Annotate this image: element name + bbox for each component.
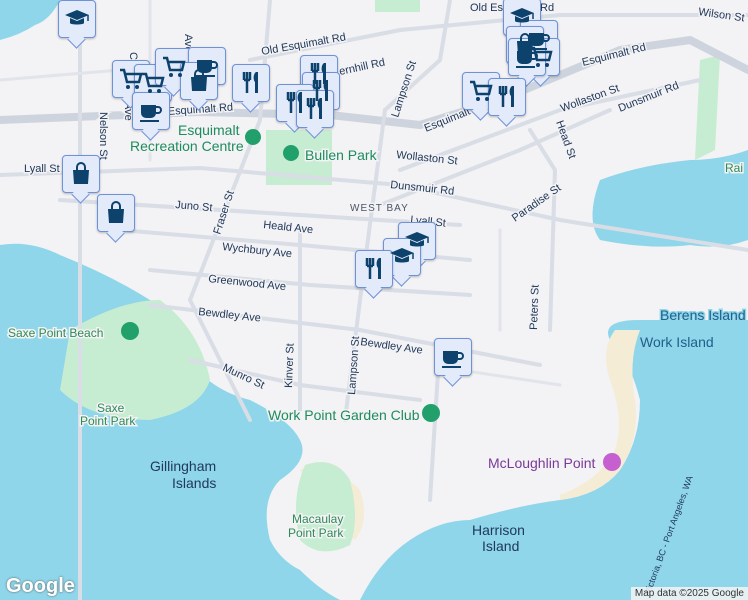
- label-esquimalt-e: Esquimalt Rd: [581, 41, 647, 68]
- label-greenwood: Greenwood Ave: [208, 273, 287, 293]
- garden-flower-icon[interactable]: [422, 404, 440, 422]
- label-saxe-beach: Saxe Point Beach: [8, 326, 103, 340]
- label-west-bay: WEST BAY: [350, 203, 409, 214]
- google-logo: Google: [6, 575, 75, 597]
- label-berens: Berens Island: [660, 307, 746, 323]
- cart-icon: [163, 56, 186, 77]
- coffee-icon: [516, 51, 538, 68]
- label-heald: Heald Ave: [263, 219, 314, 236]
- label-old-es: Old Es: [470, 2, 504, 14]
- map-marker[interactable]: [488, 78, 526, 116]
- label-lampson-s: Lampson St: [346, 336, 362, 395]
- map-marker[interactable]: [232, 64, 270, 102]
- poi-bullen[interactable]: Bullen Park: [304, 146, 380, 165]
- poi-rec-centre-2[interactable]: Recreation Centre: [129, 137, 246, 156]
- map-marker[interactable]: [355, 250, 393, 288]
- school-icon: [390, 248, 414, 263]
- label-saxe-park-2: Point Park: [80, 414, 136, 428]
- bullen-park-pin-icon[interactable]: [283, 145, 299, 161]
- map-marker[interactable]: [62, 155, 100, 193]
- label-kinver: Kinver St: [283, 343, 297, 388]
- label-macaulay-2: Point Park: [288, 526, 344, 540]
- label-wilson: Wilson St: [698, 6, 746, 24]
- restaurant-icon: [365, 258, 381, 279]
- label-gillingham-2: Islands: [172, 475, 216, 491]
- label-old-esquimalt: Old Esquimalt Rd: [260, 31, 346, 58]
- label-harrison-2: Island: [482, 538, 519, 554]
- restaurant-icon: [306, 98, 322, 119]
- label-dunsmuir-w: Dunsmuir Rd: [390, 179, 455, 198]
- camera-icon[interactable]: [603, 453, 621, 471]
- map-marker[interactable]: [58, 0, 96, 38]
- label-juno: Juno St: [175, 199, 213, 214]
- poi-rec-centre-1[interactable]: Esquimalt: [177, 121, 242, 140]
- label-bewdley-w: Bewdley Ave: [198, 306, 262, 324]
- cart-icon: [470, 80, 493, 101]
- label-harrison-1: Harrison: [472, 522, 525, 538]
- label-fernhill: ernhill Rd: [338, 57, 386, 78]
- label-gillingham-1: Gillingham: [150, 458, 216, 474]
- label-saxe-park-1: Saxe: [97, 401, 125, 415]
- poi-mcloughlin[interactable]: McLoughlin Point: [487, 454, 598, 473]
- map-marker[interactable]: [434, 338, 472, 376]
- bag-icon: [73, 162, 89, 184]
- bag-icon: [108, 201, 124, 223]
- map-marker[interactable]: [97, 194, 135, 232]
- label-nelson: Nelson St: [97, 112, 109, 160]
- bag-icon: [191, 69, 207, 91]
- label-macaulay-1: Macaulay: [292, 512, 343, 526]
- saxe-beach-tree-icon[interactable]: [121, 322, 139, 340]
- label-rain: Rai: [725, 161, 743, 175]
- restaurant-icon: [242, 72, 258, 93]
- label-lampson-n: Lampson St: [389, 59, 419, 119]
- label-work-island: Work Island: [640, 334, 714, 350]
- label-old-es-rd: Rd: [540, 2, 554, 14]
- coffee-icon: [442, 351, 464, 368]
- label-peters: Peters St: [528, 284, 542, 330]
- map-attribution[interactable]: Map data ©2025 Google: [630, 587, 748, 600]
- school-icon: [65, 10, 89, 25]
- coffee-icon: [140, 105, 162, 122]
- restaurant-icon: [498, 86, 514, 107]
- rec-centre-pin-icon[interactable]: [245, 129, 261, 145]
- map-marker[interactable]: [132, 92, 170, 130]
- poi-garden-club[interactable]: Work Point Garden Club: [267, 406, 422, 425]
- label-lyall-w: Lyall St: [24, 163, 60, 175]
